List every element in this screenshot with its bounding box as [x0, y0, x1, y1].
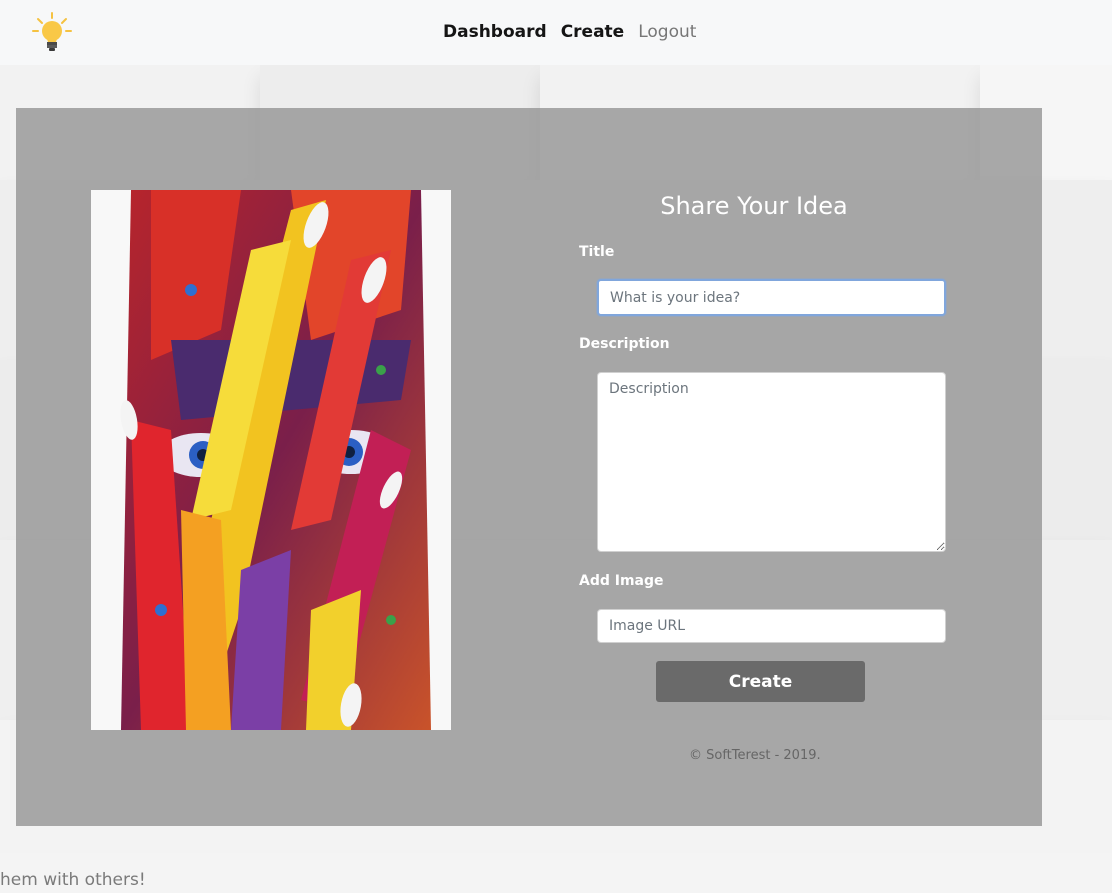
lightbulb-icon[interactable] — [32, 11, 72, 55]
copyright-text: © SoftTerest - 2019. — [689, 748, 821, 763]
description-label: Description — [579, 336, 670, 352]
idea-artwork-image — [91, 190, 451, 730]
nav-create-link[interactable]: Create — [554, 21, 632, 43]
add-image-label: Add Image — [579, 573, 664, 589]
nav-links: Dashboard Create Logout — [436, 21, 703, 43]
bottom-strip: hem with others! — [0, 853, 1112, 893]
nav-dashboard-link[interactable]: Dashboard — [436, 21, 554, 43]
title-label: Title — [579, 244, 615, 260]
nav-logout-link[interactable]: Logout — [631, 21, 703, 43]
image-url-input[interactable] — [597, 609, 946, 643]
idea-description-textarea[interactable] — [597, 372, 946, 552]
create-panel: Share Your Idea Title Description Add Im… — [16, 108, 1042, 826]
create-button[interactable]: Create — [656, 661, 865, 702]
tagline-text: hem with others! — [0, 870, 146, 890]
form-heading: Share Your Idea — [660, 192, 848, 220]
idea-title-input[interactable] — [597, 279, 946, 316]
top-navbar: Dashboard Create Logout — [0, 0, 1112, 65]
